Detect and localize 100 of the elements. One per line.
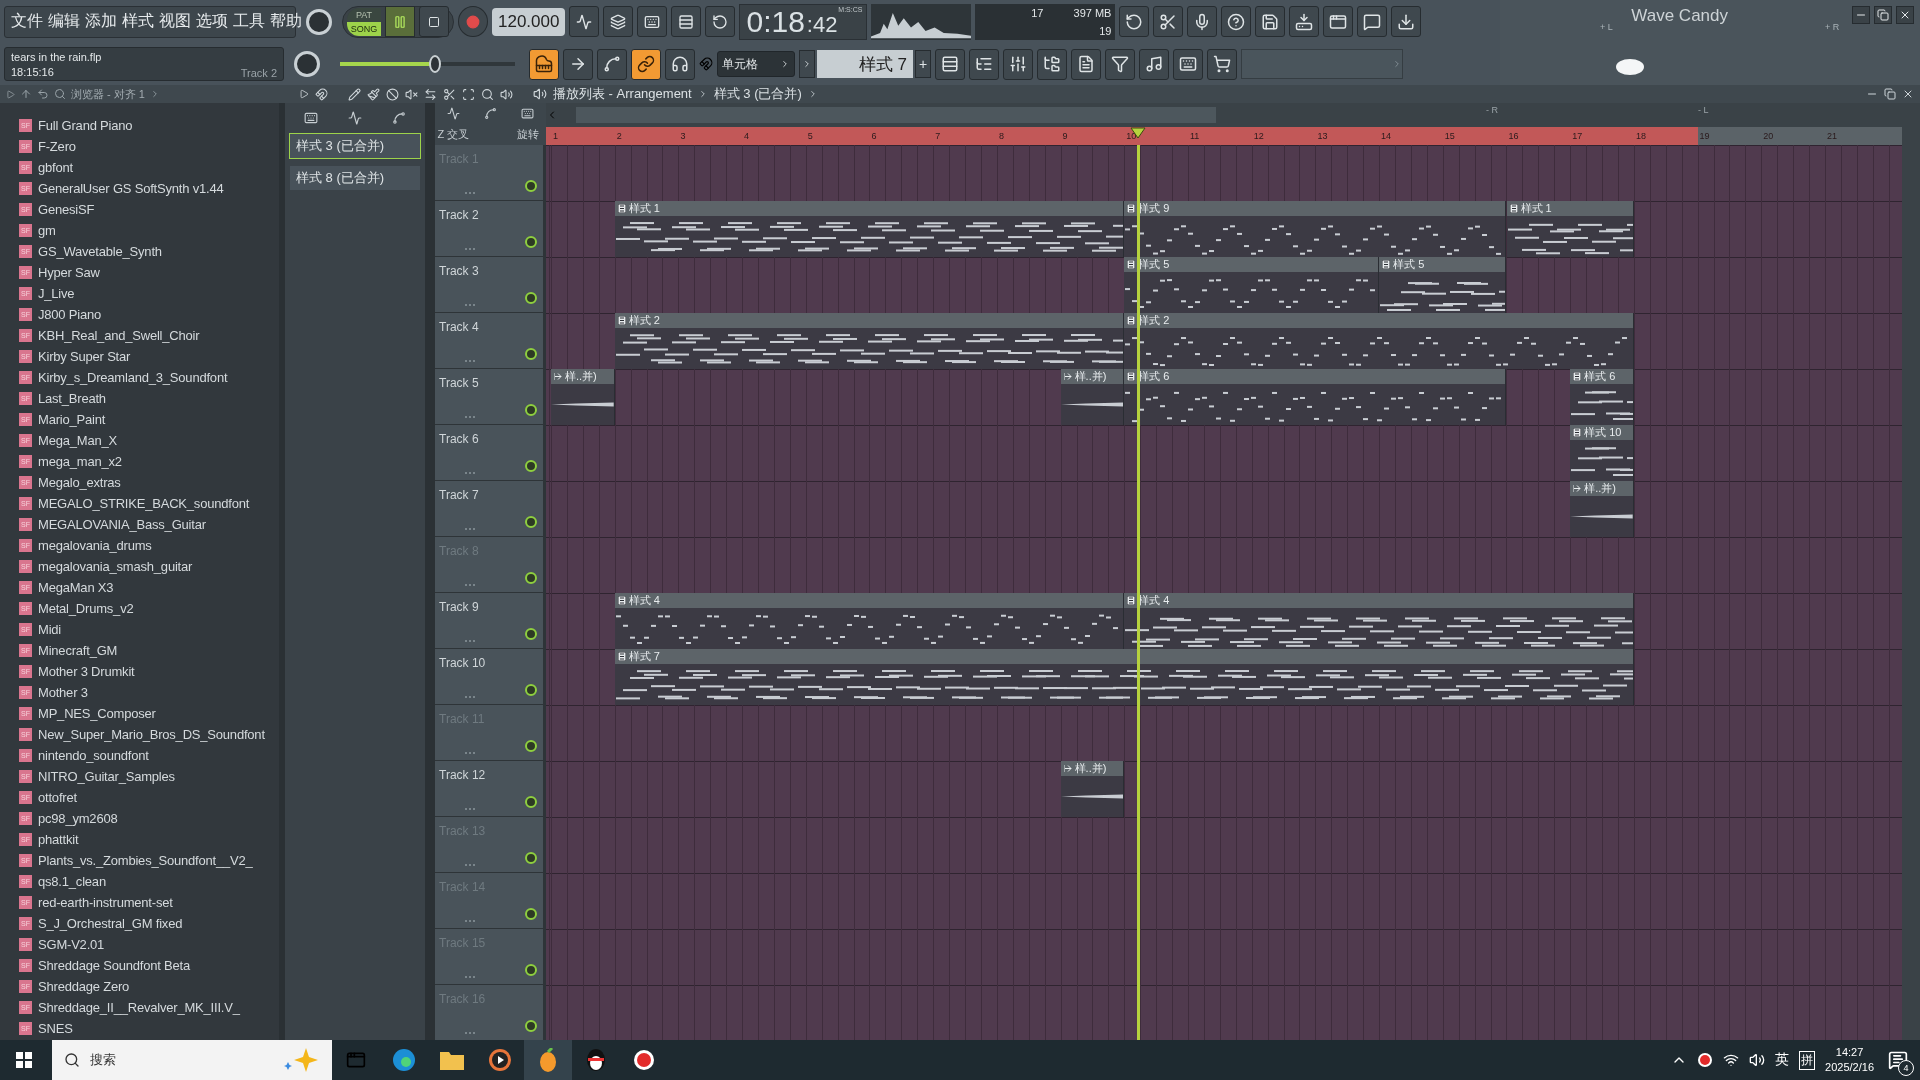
browser-item[interactable]: megalovania_drums xyxy=(38,538,152,553)
add-pattern-button[interactable]: + xyxy=(915,50,931,78)
toolbar-button[interactable] xyxy=(1105,48,1135,80)
browser-item[interactable]: Shreddage_II__Revalver_MK_III.V_ xyxy=(38,1000,240,1015)
record-button[interactable] xyxy=(458,6,488,37)
track-mute-toggle[interactable] xyxy=(525,964,537,976)
browser-item[interactable]: NITRO_Guitar_Samples xyxy=(38,769,175,784)
close-button[interactable] xyxy=(1896,6,1914,24)
toolbar-button[interactable] xyxy=(1221,6,1252,37)
notification-button[interactable]: 4 xyxy=(1884,1046,1912,1074)
track-header[interactable]: Track 4 xyxy=(435,313,546,369)
playlist-clip[interactable]: 样..并) xyxy=(1060,369,1125,425)
playlist-clip[interactable]: 样式 4 xyxy=(614,593,1125,649)
input-language[interactable]: 英 xyxy=(1775,1051,1790,1069)
track-mute-toggle[interactable] xyxy=(525,908,537,920)
daw-app-button[interactable] xyxy=(524,1040,572,1080)
track-header[interactable]: Track 3 xyxy=(435,257,546,313)
browser-item[interactable]: GeneralUser GS SoftSynth v1.44 xyxy=(38,181,224,196)
track-mute-toggle[interactable] xyxy=(525,796,537,808)
track-header[interactable]: Track 9 xyxy=(435,593,546,649)
pause-button[interactable] xyxy=(385,6,415,37)
toolbar-button[interactable] xyxy=(969,48,999,80)
browser-item[interactable]: Full Grand Piano xyxy=(38,118,133,133)
browser-item[interactable]: MP_NES_Composer xyxy=(38,706,156,721)
browser-item[interactable]: ottofret xyxy=(38,790,77,805)
taskbar-clock[interactable]: 14:27 2025/2/16 xyxy=(1825,1045,1874,1075)
browser-item[interactable]: SNES xyxy=(38,1021,73,1036)
browser-item[interactable]: Plants_vs._Zombies_Soundfont__V2_ xyxy=(38,853,253,868)
track-mute-toggle[interactable] xyxy=(525,516,537,528)
browser-item[interactable]: Midi xyxy=(38,622,62,637)
playlist-clip[interactable]: 样式 6 xyxy=(1570,369,1634,425)
track-mute-toggle[interactable] xyxy=(525,404,537,416)
toolbar-button[interactable] xyxy=(1153,6,1184,37)
track-mute-toggle[interactable] xyxy=(525,1020,537,1032)
browser-item[interactable]: Megalo_extras xyxy=(38,475,121,490)
track-mute-toggle[interactable] xyxy=(525,628,537,640)
breadcrumb-link[interactable]: 样式 3 (已合并) xyxy=(713,85,802,103)
toolbar-button[interactable] xyxy=(569,6,600,37)
browser-item[interactable]: S_J_Orchestral_GM fixed xyxy=(38,916,183,931)
track-header[interactable]: Track 5 xyxy=(435,369,546,425)
browser-item[interactable]: J800 Piano xyxy=(38,307,102,322)
toolbar-button[interactable] xyxy=(1357,6,1388,37)
browser-item[interactable]: nintendo_soundfont xyxy=(38,748,149,763)
playlist-clip[interactable]: 样式 1 xyxy=(614,201,1125,257)
playlist-clip[interactable]: 样式 5 xyxy=(1379,257,1507,313)
browser-item[interactable]: KBH_Real_and_Swell_Choir xyxy=(38,328,200,343)
menu-item[interactable]: 视图 xyxy=(159,11,191,32)
browser-item[interactable]: phattkit xyxy=(38,832,79,847)
toolbar-button[interactable] xyxy=(637,6,668,37)
browser-item[interactable]: SGM-V2.01 xyxy=(38,937,105,952)
browser-item[interactable]: gbfont xyxy=(38,160,73,175)
toolbar-button[interactable] xyxy=(631,48,661,80)
browser-item[interactable]: Kirby_s_Dreamland_3_Soundfont xyxy=(38,370,228,385)
browser-item[interactable]: J_Live xyxy=(38,286,75,301)
toolbar-button[interactable] xyxy=(1003,48,1033,80)
toolbar-button[interactable] xyxy=(665,48,695,80)
browser-item[interactable]: Mega_Man_X xyxy=(38,433,117,448)
menu-item[interactable]: 添加 xyxy=(85,11,117,32)
browser-item[interactable]: Mother 3 Drumkit xyxy=(38,664,135,679)
toolbar-button[interactable] xyxy=(935,48,965,80)
playlist-clip[interactable]: 样式 2 xyxy=(614,313,1125,369)
toolbar-button[interactable] xyxy=(1289,6,1320,37)
browser-item[interactable]: F-Zero xyxy=(38,139,76,154)
search-field[interactable]: 搜索 xyxy=(52,1040,332,1080)
input-mode[interactable]: 拼 xyxy=(1799,1050,1816,1070)
browser-item[interactable]: Metal_Drums_v2 xyxy=(38,601,134,616)
browser-item[interactable]: MEGALOVANIA_Bass_Guitar xyxy=(38,517,206,532)
browser-item[interactable]: qs8.1_clean xyxy=(38,874,106,889)
playlist-clip[interactable]: 样式 7 xyxy=(614,649,1634,705)
track-header[interactable]: Track 2 xyxy=(435,201,546,257)
browser-item[interactable]: Hyper Saw xyxy=(38,265,100,280)
track-mute-toggle[interactable] xyxy=(525,180,537,192)
track-mute-toggle[interactable] xyxy=(525,292,537,304)
menu-item[interactable]: 编辑 xyxy=(48,11,80,32)
menu-item[interactable]: 工具 xyxy=(233,11,265,32)
track-header[interactable]: Track 10 xyxy=(435,649,546,705)
toolbar-button[interactable] xyxy=(1207,48,1237,80)
menu-item[interactable]: 样式 xyxy=(122,11,154,32)
mode-toggle[interactable]: PAT xyxy=(347,7,381,22)
browser-item[interactable]: Shreddage Soundfont Beta xyxy=(38,958,191,973)
toolbar-button[interactable] xyxy=(1187,6,1218,37)
browser-item[interactable]: Shreddage Zero xyxy=(38,979,130,994)
track-mute-toggle[interactable] xyxy=(525,684,537,696)
track-mute-toggle[interactable] xyxy=(525,348,537,360)
browser-item[interactable]: Mother 3 xyxy=(38,685,88,700)
browser-item[interactable]: New_Super_Mario_Bros_DS_Soundfont xyxy=(38,727,265,742)
toolbar-button[interactable] xyxy=(597,48,627,80)
slider-thumb[interactable] xyxy=(428,55,441,73)
toolbar-button[interactable] xyxy=(671,6,702,37)
toolbar-button[interactable] xyxy=(1255,6,1286,37)
toolbar-button[interactable] xyxy=(529,48,559,80)
track-mute-toggle[interactable] xyxy=(525,236,537,248)
track-header[interactable]: Track 12 xyxy=(435,761,546,817)
browser-item[interactable]: GenesiSF xyxy=(38,202,95,217)
pattern-item[interactable]: 样式 3 (已合并) xyxy=(289,133,421,159)
playlist-clip[interactable]: 样..并) xyxy=(1570,481,1634,537)
browser-item[interactable]: Minecraft_GM xyxy=(38,643,118,658)
browser-item[interactable]: megalovania_smash_guitar xyxy=(38,559,193,574)
browser-item[interactable]: MEGALO_STRIKE_BACK_soundfont xyxy=(38,496,250,511)
master-pitch-knob[interactable] xyxy=(294,51,320,77)
